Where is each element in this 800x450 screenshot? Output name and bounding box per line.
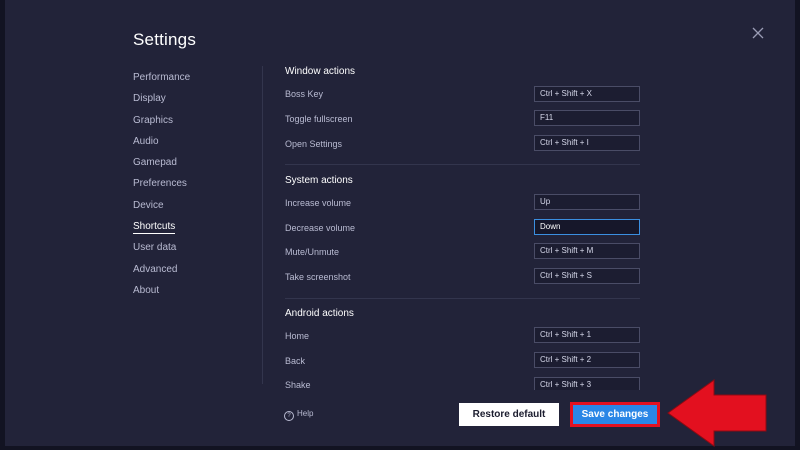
sidebar-item-label: Preferences (133, 178, 187, 190)
close-icon (752, 27, 764, 39)
sidebar-item-user-data[interactable]: User data (133, 240, 253, 261)
sidebar-item-performance[interactable]: Performance (133, 70, 253, 91)
shortcut-label-back: Back (285, 356, 306, 366)
sidebar-item-label: Shortcuts (133, 221, 176, 235)
shortcut-label-open-settings: Open Settings (285, 139, 343, 149)
sidebar-item-preferences[interactable]: Preferences (133, 176, 253, 197)
sidebar-item-label: Gamepad (133, 157, 177, 169)
shortcut-label-shake: Shake (285, 380, 311, 390)
red-arrow-annotation-icon (667, 379, 767, 447)
window-edge-left (0, 0, 5, 450)
sidebar-item-audio[interactable]: Audio (133, 134, 253, 155)
sidebar-item-label: User data (133, 242, 177, 254)
shortcut-input-open-settings[interactable]: Ctrl + Shift + I (534, 135, 640, 151)
sidebar-item-graphics[interactable]: Graphics (133, 113, 253, 134)
shortcut-input-increase-volume[interactable]: Up (534, 194, 640, 210)
shortcuts-panel[interactable]: Window actions Boss Key Ctrl + Shift + X… (263, 60, 663, 390)
section-title-android-actions: Android actions (285, 308, 354, 319)
shortcut-input-decrease-volume[interactable]: Down (534, 219, 640, 235)
window-edge-right (795, 0, 800, 450)
section-divider (285, 298, 640, 299)
shortcut-input-boss-key[interactable]: Ctrl + Shift + X (534, 86, 640, 102)
help-link[interactable]: ? Help (284, 409, 313, 421)
shortcut-label-increase-volume: Increase volume (285, 198, 352, 208)
sidebar-item-label: Display (133, 93, 166, 105)
shortcut-input-shake[interactable]: Ctrl + Shift + 3 (534, 377, 640, 390)
shortcut-input-take-screenshot[interactable]: Ctrl + Shift + S (534, 268, 640, 284)
sidebar-item-gamepad[interactable]: Gamepad (133, 155, 253, 176)
settings-sidebar: Performance Display Graphics Audio Gamep… (133, 70, 253, 304)
sidebar-item-shortcuts[interactable]: Shortcuts (133, 219, 253, 240)
save-changes-button[interactable]: Save changes (570, 402, 660, 427)
shortcut-input-mute-unmute[interactable]: Ctrl + Shift + M (534, 243, 640, 259)
shortcut-label-toggle-fullscreen: Toggle fullscreen (285, 114, 353, 124)
shortcut-label-boss-key: Boss Key (285, 89, 324, 99)
sidebar-item-advanced[interactable]: Advanced (133, 262, 253, 283)
help-label: Help (297, 409, 314, 418)
shortcut-input-home[interactable]: Ctrl + Shift + 1 (534, 327, 640, 343)
shortcut-label-home: Home (285, 331, 310, 341)
section-divider (285, 164, 640, 165)
shortcut-label-mute-unmute: Mute/Unmute (285, 247, 340, 257)
sidebar-item-about[interactable]: About (133, 283, 253, 304)
shortcut-label-decrease-volume: Decrease volume (285, 223, 356, 233)
shortcut-input-back[interactable]: Ctrl + Shift + 2 (534, 352, 640, 368)
shortcut-input-toggle-fullscreen[interactable]: F11 (534, 110, 640, 126)
sidebar-item-label: Graphics (133, 114, 174, 126)
sidebar-item-label: Audio (133, 135, 159, 147)
close-button[interactable] (750, 25, 766, 41)
section-title-window-actions: Window actions (285, 66, 356, 77)
sidebar-item-label: About (133, 284, 160, 296)
shortcut-label-take-screenshot: Take screenshot (285, 272, 351, 282)
restore-default-button[interactable]: Restore default (459, 403, 559, 426)
sidebar-item-display[interactable]: Display (133, 91, 253, 112)
section-title-system-actions: System actions (285, 175, 353, 186)
question-circle-icon: ? (284, 411, 294, 421)
sidebar-item-device[interactable]: Device (133, 198, 253, 219)
sidebar-item-label: Advanced (133, 263, 178, 275)
sidebar-item-label: Device (133, 199, 164, 211)
sidebar-item-label: Performance (133, 72, 191, 83)
page-title: Settings (133, 30, 197, 49)
